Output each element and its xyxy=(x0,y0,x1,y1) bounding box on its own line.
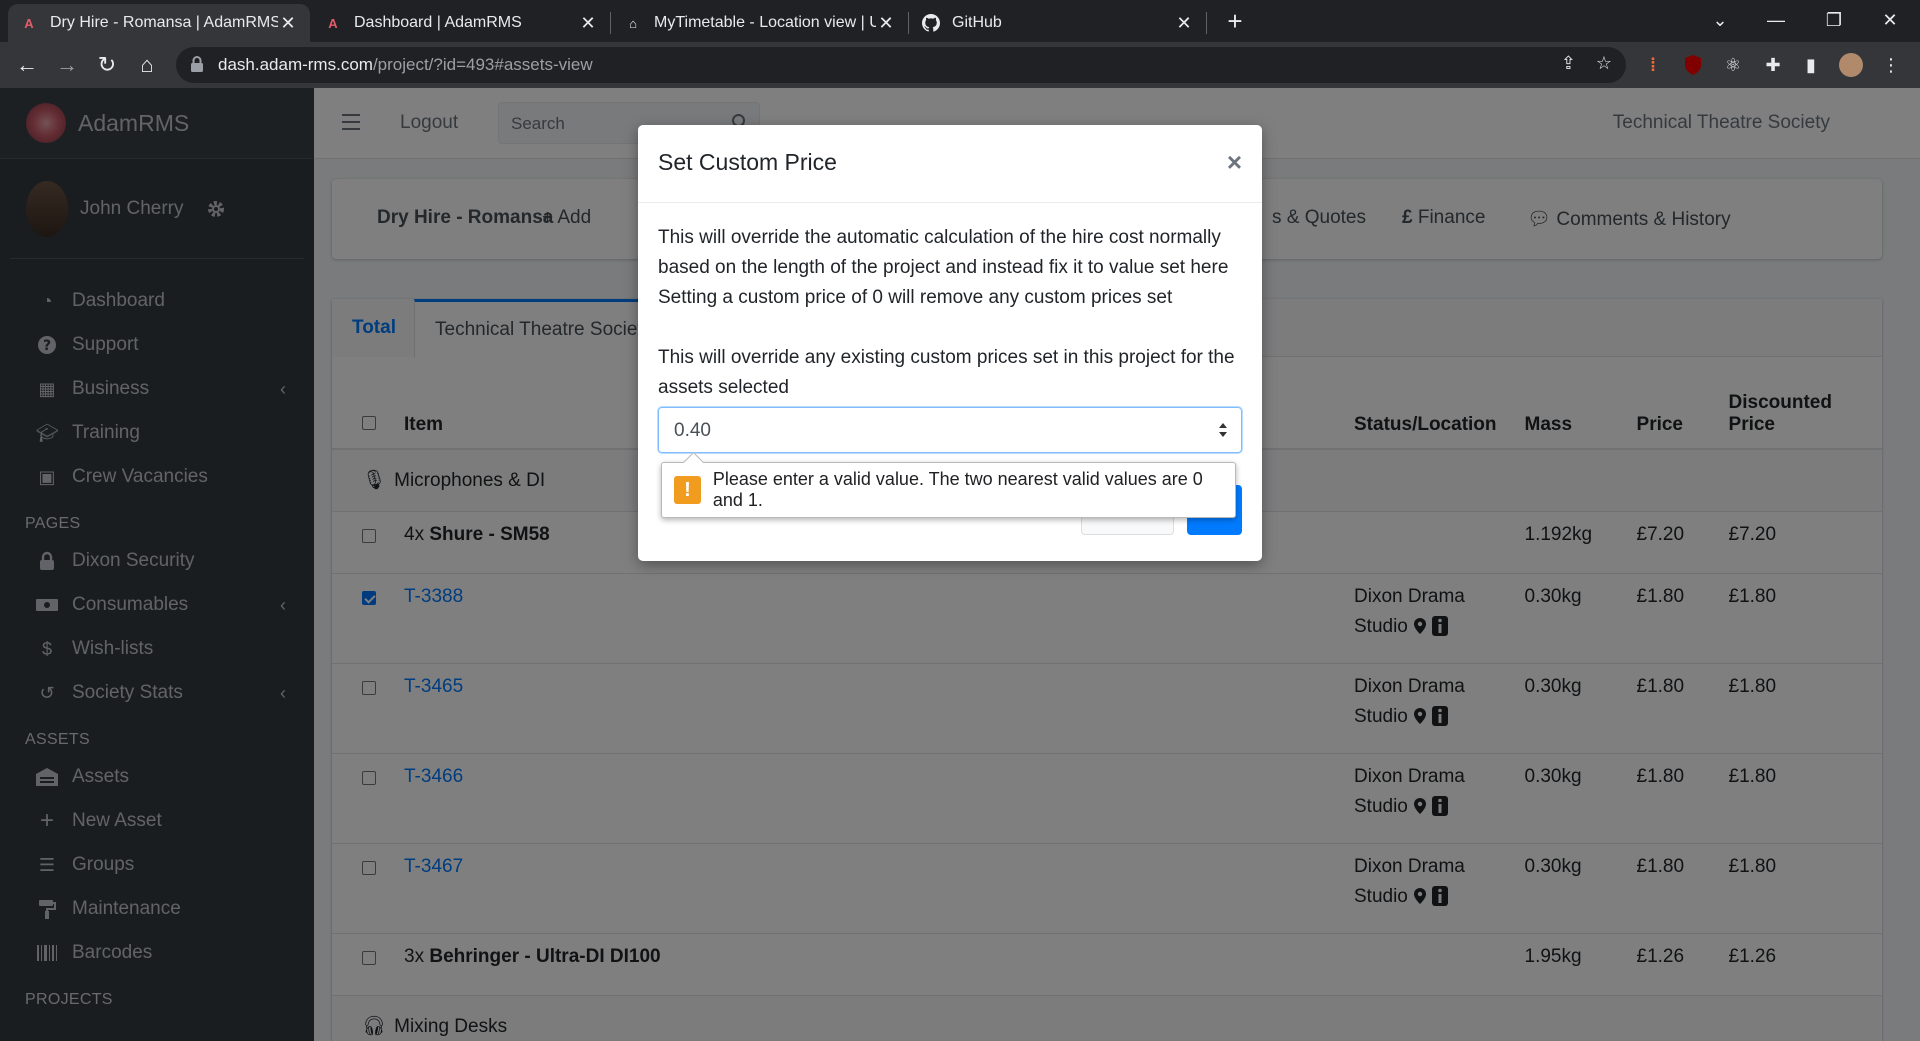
profile-avatar[interactable] xyxy=(1838,52,1864,78)
page: AdamRMS John Cherry ◔Dashboard ?Support … xyxy=(0,88,1920,1041)
react-devtools-icon[interactable]: ⚛ xyxy=(1720,52,1746,78)
tab-separator xyxy=(1206,12,1207,34)
reload-icon[interactable]: ↻ xyxy=(92,50,122,80)
close-icon[interactable]: × xyxy=(1227,147,1242,178)
browser-tab-title: Dashboard | AdamRMS xyxy=(354,14,522,31)
url-path: /project/?id=493#assets-view xyxy=(372,55,593,74)
adamrms-icon: A xyxy=(24,15,34,31)
validation-tooltip: ! Please enter a valid value. The two ne… xyxy=(661,462,1236,518)
input-value: 0.40 xyxy=(674,420,711,441)
close-tab-icon[interactable]: ✕ xyxy=(1174,13,1194,34)
browser-tab-title: Dry Hire - Romansa | AdamRMS xyxy=(50,14,278,31)
browser-tab-title: MyTimetable - Location view | Ur xyxy=(654,14,876,31)
bookmark-star-icon[interactable]: ☆ xyxy=(1596,53,1612,74)
extensions-puzzle-icon[interactable]: ✚ xyxy=(1760,52,1786,78)
modal-text: based on the length of the project and i… xyxy=(658,257,1229,278)
modal-body: This will override the automatic calcula… xyxy=(638,203,1262,453)
modal-text: This will override the automatic calcula… xyxy=(658,227,1221,248)
browser-toolbar: ← → ↻ ⌂ dash.adam-rms.com/project/?id=49… xyxy=(0,42,1920,88)
mytimetable-icon: ⌂ xyxy=(629,15,637,31)
new-tab-icon[interactable]: + xyxy=(1220,6,1250,37)
close-tab-icon[interactable]: ✕ xyxy=(278,13,298,34)
lock-icon xyxy=(191,56,203,72)
github-icon xyxy=(922,14,940,32)
tab-separator xyxy=(610,12,611,34)
sidepanel-icon[interactable]: ▮ xyxy=(1798,52,1824,78)
home-icon[interactable]: ⌂ xyxy=(132,50,162,80)
tab-separator xyxy=(908,12,909,34)
minimize-icon[interactable]: — xyxy=(1748,0,1804,40)
adamrms-icon: A xyxy=(328,15,338,31)
modal-title: Set Custom Price xyxy=(658,149,837,175)
tab-search-icon[interactable]: ⌄ xyxy=(1692,0,1748,40)
address-bar[interactable]: dash.adam-rms.com/project/?id=493#assets… xyxy=(176,47,1626,83)
browser-tab[interactable]: A Dashboard | AdamRMS ✕ xyxy=(312,4,610,42)
window-close-icon[interactable]: ✕ xyxy=(1862,0,1918,40)
validation-message: Please enter a valid value. The two near… xyxy=(712,469,1203,510)
close-tab-icon[interactable]: ✕ xyxy=(876,13,896,34)
browser-tabstrip: A Dry Hire - Romansa | AdamRMS ✕ A Dashb… xyxy=(0,0,1920,42)
restore-icon[interactable]: ❐ xyxy=(1806,0,1862,40)
back-icon[interactable]: ← xyxy=(12,50,42,80)
modal-text: assets selected xyxy=(658,377,789,398)
modal-text: Setting a custom price of 0 will remove … xyxy=(658,287,1173,308)
browser-tab-title: GitHub xyxy=(952,14,1002,31)
number-spinner-icon[interactable] xyxy=(1217,420,1229,440)
forward-icon[interactable]: → xyxy=(52,50,82,80)
warning-icon: ! xyxy=(674,476,701,504)
browser-tab-active[interactable]: A Dry Hire - Romansa | AdamRMS ✕ xyxy=(8,4,310,42)
close-tab-icon[interactable]: ✕ xyxy=(578,13,598,34)
modal-header: Set Custom Price × xyxy=(638,125,1262,203)
extension-icon[interactable]: ⁞ xyxy=(1640,52,1666,78)
browser-tab[interactable]: ⌂ MyTimetable - Location view | Ur ✕ xyxy=(612,4,908,42)
custom-price-input[interactable]: 0.40 xyxy=(658,407,1242,453)
ublock-icon[interactable] xyxy=(1680,52,1706,78)
url-text: dash.adam-rms.com/project/?id=493#assets… xyxy=(218,55,593,75)
share-icon[interactable]: ⇪ xyxy=(1561,53,1576,74)
browser-tab[interactable]: GitHub ✕ xyxy=(910,4,1206,42)
modal-text: This will override any existing custom p… xyxy=(658,347,1235,368)
url-host: dash.adam-rms.com xyxy=(218,55,373,74)
browser-menu-icon[interactable]: ⋮ xyxy=(1878,52,1904,78)
